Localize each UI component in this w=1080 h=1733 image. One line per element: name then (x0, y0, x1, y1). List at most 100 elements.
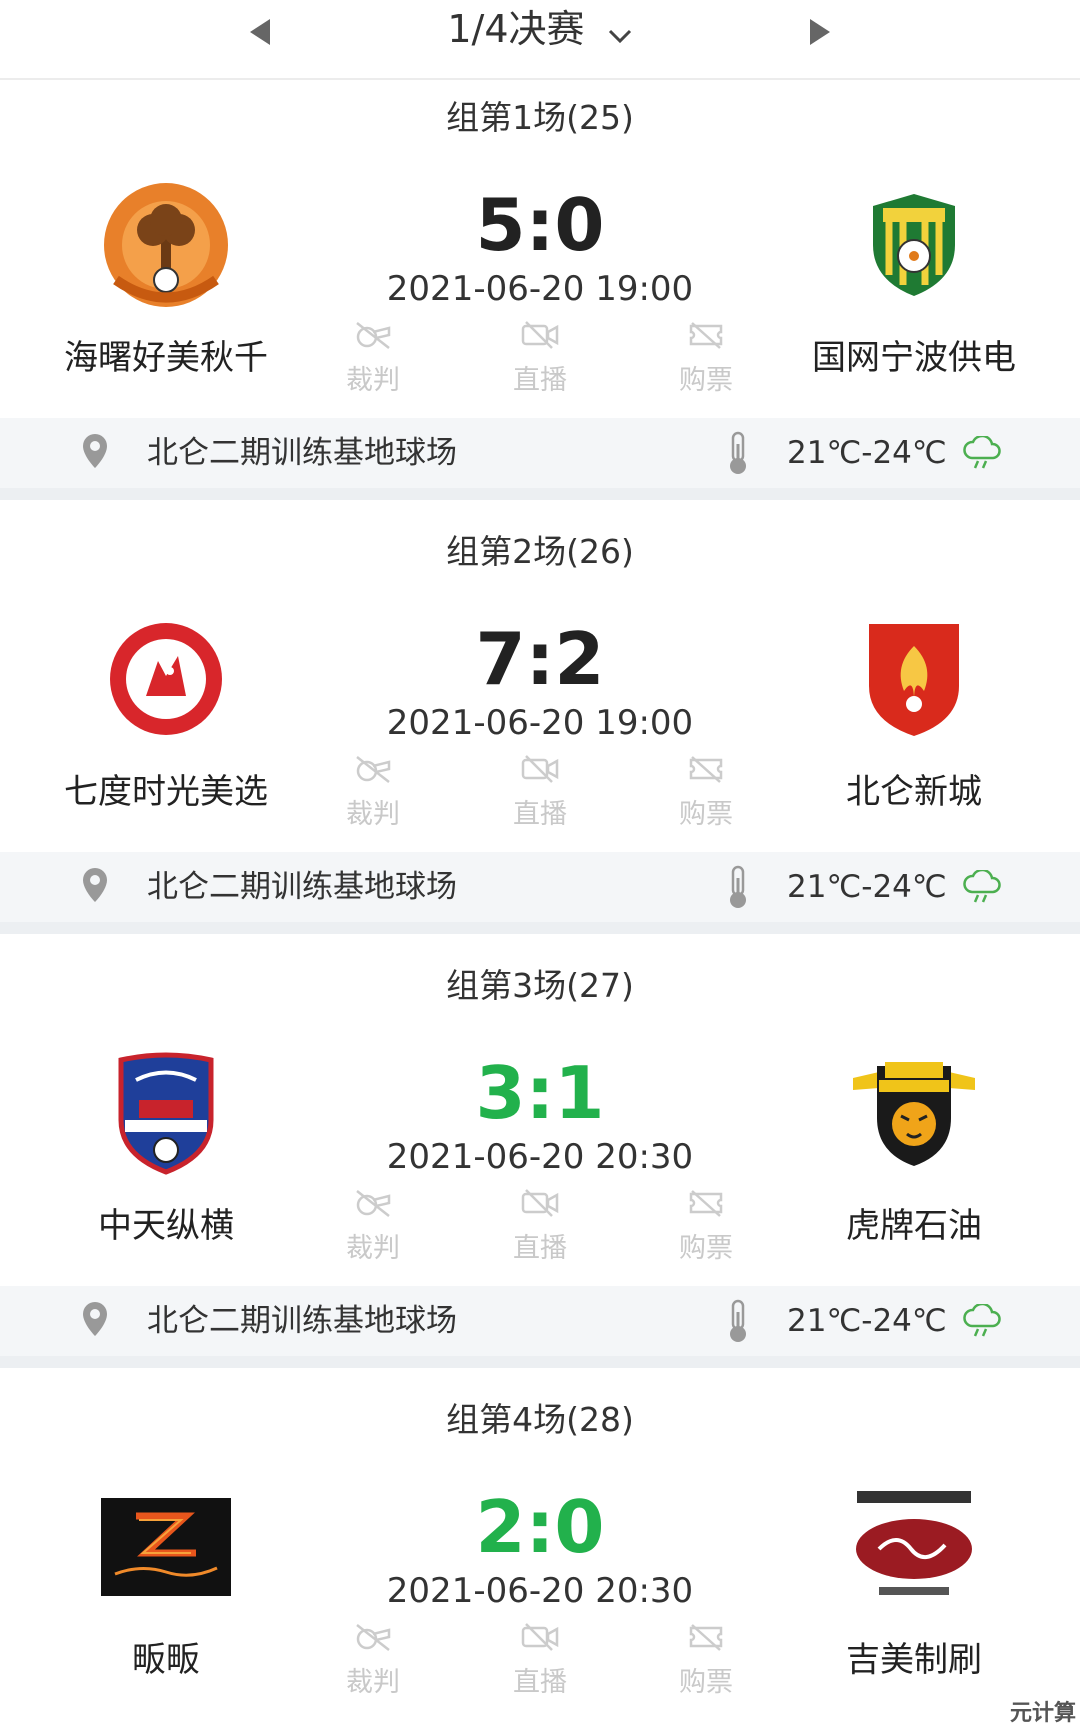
rain-cloud-icon (962, 434, 1002, 474)
temperature: 21℃-24℃ (787, 435, 947, 471)
ticket-button[interactable]: 购票 (656, 754, 756, 834)
ticket-off-icon (689, 1190, 723, 1217)
chevron-down-icon (607, 5, 633, 59)
whistle-icon (356, 1624, 391, 1651)
live-label: 直播 (513, 799, 567, 830)
referee-button[interactable]: 裁判 (323, 754, 423, 834)
live-button[interactable]: 直播 (490, 1622, 590, 1702)
ticket-label: 购票 (679, 365, 733, 396)
ticket-off-icon (689, 322, 723, 349)
home-team[interactable]: 中天纵横 (36, 1048, 296, 1278)
match-title: 组第3场(27) (446, 966, 634, 1005)
ticket-off-icon (689, 756, 723, 783)
referee-button[interactable]: 裁判 (323, 320, 423, 400)
whistle-icon (356, 1190, 391, 1217)
thermometer-icon (725, 1298, 751, 1348)
referee-label: 裁判 (346, 1233, 400, 1264)
team-name: 吉美制刷 (846, 1640, 982, 1680)
round-selector[interactable]: 1/4决赛 (0, 2, 1080, 59)
home-team[interactable]: 畈畈 (36, 1482, 296, 1712)
triangle-right-icon[interactable] (800, 12, 840, 52)
video-off-icon (521, 1623, 559, 1651)
match-score: 2:0 (475, 1485, 605, 1569)
divider (0, 922, 1080, 934)
location-pin-icon (80, 866, 110, 910)
location-pin-icon (80, 1300, 110, 1344)
match-score: 7:2 (475, 617, 605, 701)
ticket-off-icon (689, 1624, 723, 1651)
location-pin-icon (80, 432, 110, 476)
match-card[interactable]: 组第4场(28) 畈畈 2:0 2021-06-20 20:30 裁判 直播 购… (0, 1382, 1080, 1733)
round-title: 1/4决赛 (447, 7, 585, 51)
live-button[interactable]: 直播 (490, 754, 590, 834)
temperature: 21℃-24℃ (787, 869, 947, 905)
video-off-icon (521, 1189, 559, 1217)
video-off-icon (521, 755, 559, 783)
away-team[interactable]: 吉美制刷 (784, 1482, 1044, 1712)
team-name: 七度时光美选 (64, 772, 268, 812)
venue-bar: 北仑二期训练基地球场 21℃-24℃ (0, 1286, 1080, 1356)
match-card[interactable]: 组第1场(25) 海曙好美秋千 5:0 2021-06-20 19:00 裁判 … (0, 80, 1080, 514)
referee-button[interactable]: 裁判 (323, 1188, 423, 1268)
referee-label: 裁判 (346, 799, 400, 830)
match-title: 组第1场(25) (446, 98, 634, 137)
match-score: 5:0 (475, 183, 605, 267)
team-name: 国网宁波供电 (812, 338, 1016, 378)
match-datetime: 2021-06-20 20:30 (386, 1137, 694, 1177)
referee-button[interactable]: 裁判 (323, 1622, 423, 1702)
live-button[interactable]: 直播 (490, 1188, 590, 1268)
venue-name: 北仑二期训练基地球场 (147, 435, 457, 471)
home-team[interactable]: 七度时光美选 (36, 614, 296, 844)
match-card[interactable]: 组第2场(26) 七度时光美选 7:2 2021-06-20 19:00 裁判 … (0, 514, 1080, 948)
ticket-button[interactable]: 购票 (656, 320, 756, 400)
whistle-icon (356, 756, 391, 783)
team-name: 畈畈 (132, 1640, 200, 1680)
referee-label: 裁判 (346, 365, 400, 396)
team-name: 北仑新城 (846, 772, 982, 812)
venue-name: 北仑二期训练基地球场 (147, 1303, 457, 1339)
team-logo (101, 1482, 231, 1612)
whistle-icon (356, 322, 391, 349)
venue-bar: 北仑二期训练基地球场 21℃-24℃ (0, 852, 1080, 922)
home-team[interactable]: 海曙好美秋千 (36, 180, 296, 410)
divider (0, 1356, 1080, 1368)
away-team[interactable]: 虎牌石油 (784, 1048, 1044, 1278)
live-button[interactable]: 直播 (490, 320, 590, 400)
team-logo (849, 1048, 979, 1178)
ticket-button[interactable]: 购票 (656, 1622, 756, 1702)
thermometer-icon (725, 430, 751, 480)
temperature: 21℃-24℃ (787, 1303, 947, 1339)
round-header: 1/4决赛 (0, 0, 1080, 80)
team-logo (849, 180, 979, 310)
match-datetime: 2021-06-20 20:30 (386, 1571, 694, 1611)
match-title: 组第4场(28) (446, 1400, 634, 1439)
ticket-label: 购票 (679, 1667, 733, 1698)
team-logo (101, 614, 231, 744)
team-logo (101, 180, 231, 310)
video-off-icon (521, 321, 559, 349)
watermark: 元计算 (1009, 1701, 1076, 1726)
team-logo (101, 1048, 231, 1178)
ticket-button[interactable]: 购票 (656, 1188, 756, 1268)
match-score: 3:1 (475, 1051, 605, 1135)
away-team[interactable]: 北仑新城 (784, 614, 1044, 844)
rain-cloud-icon (962, 868, 1002, 908)
match-card[interactable]: 组第3场(27) 中天纵横 3:1 2021-06-20 20:30 裁判 直播… (0, 948, 1080, 1382)
live-label: 直播 (513, 365, 567, 396)
match-datetime: 2021-06-20 19:00 (386, 703, 694, 743)
venue-bar: 北仑二期训练基地球场 21℃-24℃ (0, 418, 1080, 488)
team-logo (849, 1482, 979, 1612)
rain-cloud-icon (962, 1302, 1002, 1342)
live-label: 直播 (513, 1233, 567, 1264)
ticket-label: 购票 (679, 1233, 733, 1264)
match-title: 组第2场(26) (446, 532, 634, 571)
ticket-label: 购票 (679, 799, 733, 830)
referee-label: 裁判 (346, 1667, 400, 1698)
team-logo (849, 614, 979, 744)
live-label: 直播 (513, 1667, 567, 1698)
divider (0, 488, 1080, 500)
match-datetime: 2021-06-20 19:00 (386, 269, 694, 309)
team-name: 中天纵横 (98, 1206, 234, 1246)
team-name: 海曙好美秋千 (64, 338, 268, 378)
away-team[interactable]: 国网宁波供电 (784, 180, 1044, 410)
